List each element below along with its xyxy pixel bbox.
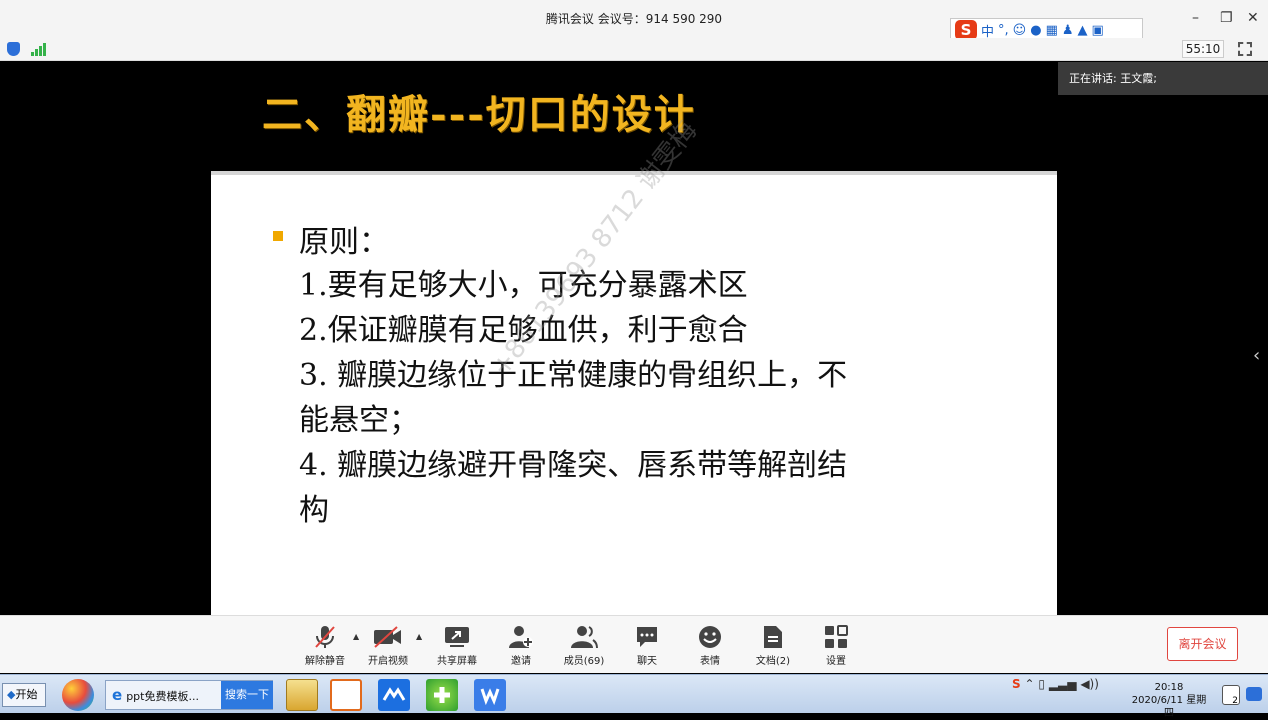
share-screen-icon — [422, 622, 492, 652]
show-desktop-icon[interactable] — [1246, 687, 1262, 701]
settings-label: 设置 — [826, 656, 846, 667]
wps-icon[interactable] — [474, 679, 506, 711]
slide-line: 2.保证瓣膜有足够血供，利于愈合 — [299, 313, 748, 348]
chevron-left-icon[interactable]: ‹ — [1253, 345, 1260, 366]
bullet-icon — [273, 231, 283, 241]
signal-icon[interactable] — [31, 43, 47, 56]
invite-button[interactable]: 邀请 — [486, 622, 556, 667]
slide-line: 4. 瓣膜边缘避开骨隆突、唇系带等解剖结 — [299, 448, 848, 483]
members-icon — [549, 622, 619, 652]
slide-line: 1.要有足够大小，可充分暴露术区 — [299, 268, 748, 303]
chat-icon — [612, 622, 682, 652]
tray-expand-icon[interactable]: ⌃ — [1024, 677, 1034, 691]
settings-icon — [801, 622, 871, 652]
slide-title: 二、翻瓣---切口的设计 — [262, 91, 696, 138]
emoji-icon — [675, 622, 745, 652]
speaking-indicator: 正在讲话: 王文霞; — [1058, 62, 1268, 95]
sogou-tray-icon[interactable]: S — [1012, 677, 1021, 691]
clock-date: 2020/6/11 星期四 — [1131, 695, 1207, 719]
members-button[interactable]: 成员(69) — [549, 622, 619, 667]
members-label: 成员(69) — [563, 656, 605, 667]
ime-skin-icon[interactable]: ▲ — [1078, 23, 1088, 38]
fullscreen-icon[interactable] — [1238, 42, 1252, 56]
close-icon[interactable]: ✕ — [1247, 10, 1259, 26]
folder-icon[interactable] — [286, 679, 318, 711]
slide-heading: 原则： — [299, 225, 389, 260]
tray-device-icon[interactable]: ▯ — [1038, 677, 1045, 691]
chat-label: 聊天 — [637, 656, 657, 667]
start-video-button[interactable]: 开启视频 — [353, 622, 423, 667]
ime-chinese-label[interactable]: 中 — [981, 21, 994, 40]
mic-muted-icon — [290, 622, 360, 652]
ime-menu-icon[interactable]: ▣ — [1092, 23, 1104, 38]
invite-icon — [486, 622, 556, 652]
share-screen-label: 共享屏幕 — [437, 656, 477, 667]
reactions-label: 表情 — [700, 656, 720, 667]
ime-keyboard-icon[interactable]: ▦ — [1046, 23, 1058, 38]
start-button[interactable]: ◆开始 — [2, 683, 46, 707]
slide-lines: 1.要有足够大小，可充分暴露术区 2.保证瓣膜有足够血供，利于愈合 3. 瓣膜边… — [299, 263, 999, 533]
slide-content: 原则： 1.要有足够大小，可充分暴露术区 2.保证瓣膜有足够血供，利于愈合 3.… — [211, 116, 1057, 615]
documents-button[interactable]: 文档(2) — [738, 622, 808, 667]
security-app-icon[interactable] — [426, 679, 458, 711]
invite-label: 邀请 — [511, 656, 531, 667]
video-off-icon — [353, 622, 423, 652]
notification-badge[interactable]: 2 — [1222, 685, 1240, 706]
slide-line: 能悬空； — [299, 403, 419, 438]
slide-line: 构 — [299, 493, 329, 528]
taskbar: ◆开始 e ppt免费模板... 搜索一下 S ⌃ ▯ ▂▃▅ ◀)) 20:18… — [0, 674, 1268, 719]
ime-punct-icon[interactable]: °, — [998, 23, 1009, 38]
unmute-button[interactable]: 解除静音 — [290, 622, 360, 667]
chat-button[interactable]: 聊天 — [612, 622, 682, 667]
browser-task[interactable]: e ppt免费模板... 搜索一下 — [105, 680, 273, 710]
color-ball-app-icon[interactable] — [62, 679, 94, 711]
tencent-meeting-icon[interactable] — [378, 679, 410, 711]
browser-task-label: ppt免费模板... — [126, 690, 199, 703]
unmute-label: 解除静音 — [305, 656, 345, 667]
minimize-icon[interactable]: – — [1192, 10, 1199, 26]
reactions-button[interactable]: 表情 — [675, 622, 745, 667]
meeting-toolbar: 解除静音 ▲ 开启视频 ▲ 共享屏幕 邀请 成员(69) 聊天 表情 文档(2)… — [0, 615, 1268, 673]
start-label: 开始 — [15, 688, 38, 701]
ime-voice-icon[interactable]: ● — [1030, 23, 1041, 38]
ime-user-icon[interactable]: ♟ — [1062, 23, 1074, 38]
clock[interactable]: 20:18 2020/6/11 星期四 — [1127, 681, 1211, 720]
meeting-timer: 55:10 — [1182, 40, 1224, 58]
ime-emoji-icon[interactable]: ☺ — [1013, 23, 1027, 38]
slide-line: 3. 瓣膜边缘位于正常健康的骨组织上，不 — [299, 358, 848, 393]
ie-browser-icon: e — [112, 686, 123, 704]
shield-icon[interactable] — [7, 42, 20, 56]
start-video-label: 开启视频 — [368, 656, 408, 667]
system-tray: S ⌃ ▯ ▂▃▅ ◀)) — [1012, 677, 1099, 691]
sogou-icon[interactable]: S — [955, 20, 977, 40]
settings-button[interactable]: 设置 — [801, 622, 871, 667]
network-icon[interactable]: ▂▃▅ — [1049, 677, 1077, 691]
documents-label: 文档(2) — [755, 656, 791, 667]
restore-icon[interactable]: ❐ — [1220, 10, 1233, 26]
clock-time: 20:18 — [1154, 682, 1184, 693]
status-row: 55:10 — [0, 38, 1268, 61]
share-screen-button[interactable]: 共享屏幕 — [422, 622, 492, 667]
volume-icon[interactable]: ◀)) — [1080, 677, 1099, 691]
search-button[interactable]: 搜索一下 — [221, 681, 273, 709]
leave-meeting-button[interactable]: 离开会议 — [1167, 627, 1238, 661]
document-icon — [738, 622, 808, 652]
video-player-icon[interactable] — [330, 679, 362, 711]
